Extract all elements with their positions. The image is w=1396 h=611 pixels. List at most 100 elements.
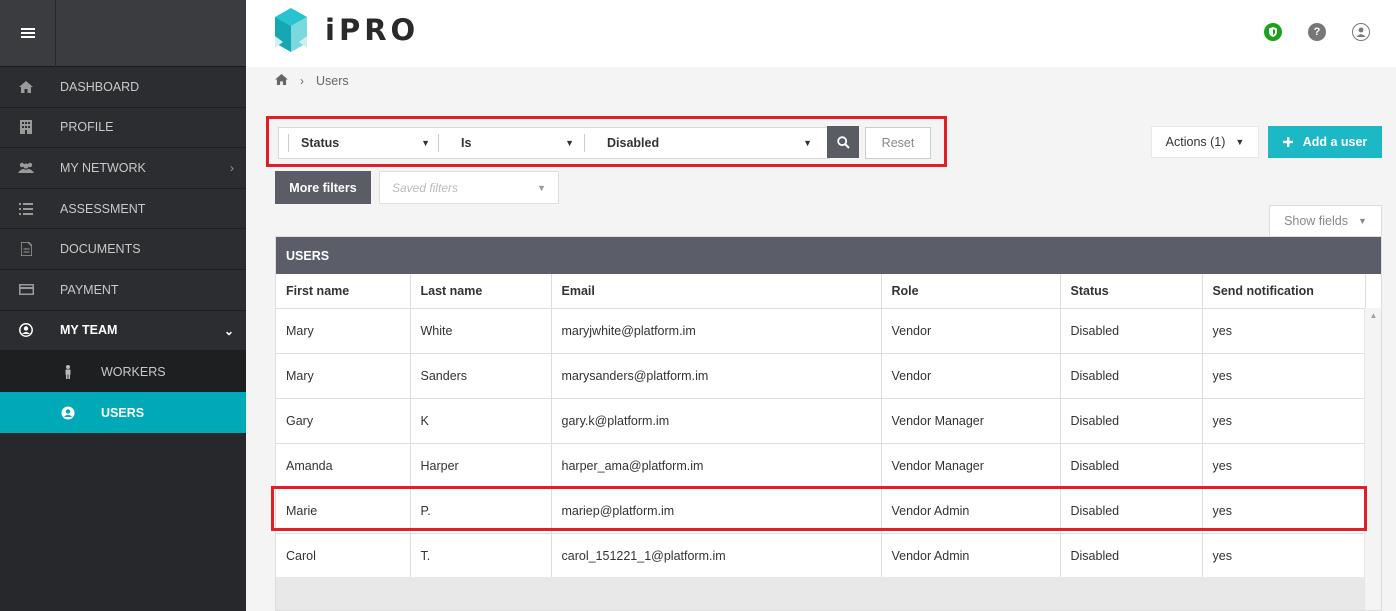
- show-fields-dropdown[interactable]: Show fields ▼: [1269, 205, 1382, 237]
- credit-card-icon: [18, 282, 34, 298]
- cell-send-notification: yes: [1202, 353, 1366, 399]
- users-table: First name Last name Email Role Status S…: [276, 274, 1366, 579]
- cell-role: Vendor Admin: [881, 533, 1061, 579]
- document-icon: [18, 241, 34, 257]
- user-circle-icon: [18, 322, 34, 338]
- table-empty-area: [276, 577, 1365, 610]
- cell-send-notification: yes: [1202, 308, 1366, 354]
- cell-first-name: Marie: [276, 488, 411, 534]
- breadcrumb-separator-icon: ›: [300, 74, 304, 88]
- cell-role: Vendor: [881, 308, 1061, 354]
- table-row[interactable]: Carol T. carol_151221_1@platform.im Vend…: [276, 533, 1366, 579]
- search-icon: [836, 135, 850, 149]
- logo-text: iPRO: [325, 13, 420, 47]
- hamburger-icon: [20, 28, 35, 38]
- sidebar-subitem-workers[interactable]: WORKERS: [0, 351, 246, 393]
- sidebar-item-label: DOCUMENTS: [60, 242, 141, 257]
- cell-first-name: Gary: [276, 398, 411, 444]
- sidebar-item-profile[interactable]: PROFILE: [0, 107, 246, 149]
- cell-send-notification: yes: [1202, 398, 1366, 444]
- users-table-panel: USERS First name Last name Email Role St…: [275, 236, 1382, 611]
- cell-send-notification: yes: [1202, 488, 1366, 534]
- cell-email: marysanders@platform.im: [551, 353, 882, 399]
- caret-down-icon: ▼: [421, 138, 430, 148]
- filter-operator-select[interactable]: Is ▼: [438, 134, 584, 152]
- app-logo[interactable]: iPRO: [275, 8, 419, 52]
- sidebar-item-payment[interactable]: PAYMENT: [0, 269, 246, 311]
- sidebar-header: [0, 0, 246, 67]
- caret-down-icon: ▼: [565, 138, 574, 148]
- table-scrollbar[interactable]: ▲: [1364, 308, 1381, 610]
- saved-filters-placeholder: Saved filters: [392, 180, 459, 195]
- column-header-last-name[interactable]: Last name: [410, 274, 552, 309]
- cell-last-name: Harper: [410, 443, 552, 489]
- reset-button[interactable]: Reset: [865, 127, 931, 159]
- sidebar-nav: DASHBOARD PROFILE MY NETWORK › ASSESSMEN…: [0, 67, 246, 434]
- column-header-role[interactable]: Role: [881, 274, 1061, 309]
- scroll-up-arrow-icon[interactable]: ▲: [1365, 308, 1381, 322]
- cell-role: Vendor Manager: [881, 398, 1061, 444]
- actions-dropdown[interactable]: Actions (1) ▼: [1151, 126, 1259, 158]
- filter-value-value: Disabled: [607, 136, 660, 150]
- sidebar-subitem-label: USERS: [101, 405, 145, 420]
- plus-icon: [1282, 137, 1293, 147]
- add-user-label: Add a user: [1302, 135, 1368, 149]
- column-header-first-name[interactable]: First name: [276, 274, 411, 309]
- add-user-button[interactable]: Add a user: [1268, 126, 1382, 158]
- caret-down-icon: ▼: [1235, 137, 1245, 147]
- table-row[interactable]: Mary Sanders marysanders@platform.im Ven…: [276, 353, 1366, 399]
- user-circle-icon: [60, 406, 76, 420]
- sidebar-item-my-network[interactable]: MY NETWORK ›: [0, 148, 246, 189]
- menu-toggle-button[interactable]: [0, 0, 56, 67]
- cell-last-name: K: [410, 398, 552, 444]
- cell-send-notification: yes: [1202, 533, 1366, 579]
- breadcrumb: › Users: [275, 74, 349, 88]
- sidebar-item-label: PROFILE: [60, 120, 114, 135]
- sidebar-item-dashboard[interactable]: DASHBOARD: [0, 67, 246, 108]
- chevron-down-icon: ⌄: [223, 323, 234, 338]
- filter-value-select[interactable]: Disabled ▼: [584, 134, 822, 152]
- table-row[interactable]: Gary K gary.k@platform.im Vendor Manager…: [276, 398, 1366, 444]
- cell-status: Disabled: [1060, 533, 1203, 579]
- cell-last-name: P.: [410, 488, 552, 534]
- cell-status: Disabled: [1060, 353, 1203, 399]
- cell-role: Vendor: [881, 353, 1061, 399]
- main-content: › Users Status ▼ Is ▼ Disabled ▼ Reset A…: [246, 67, 1396, 611]
- breadcrumb-home-icon[interactable]: [275, 74, 288, 88]
- table-title: USERS: [276, 237, 1381, 274]
- building-icon: [18, 119, 34, 135]
- filter-panel: Status ▼ Is ▼ Disabled ▼ Reset: [266, 116, 947, 167]
- cell-role: Vendor Manager: [881, 443, 1061, 489]
- sidebar-item-assessment[interactable]: ASSESSMENT: [0, 188, 246, 230]
- sidebar-item-my-team[interactable]: MY TEAM ⌄: [0, 310, 246, 352]
- column-header-status[interactable]: Status: [1060, 274, 1203, 309]
- sidebar: DASHBOARD PROFILE MY NETWORK › ASSESSMEN…: [0, 0, 246, 611]
- search-button[interactable]: [827, 126, 859, 158]
- cell-last-name: Sanders: [410, 353, 552, 399]
- shield-badge-icon[interactable]: [1264, 23, 1282, 41]
- sidebar-item-documents[interactable]: DOCUMENTS: [0, 229, 246, 270]
- filter-field-select[interactable]: Status ▼: [288, 134, 438, 152]
- ipro-logo-mark-icon: [275, 8, 307, 52]
- more-filters-button[interactable]: More filters: [275, 171, 371, 204]
- filter-bar: Status ▼ Is ▼ Disabled ▼: [278, 127, 830, 159]
- table-row[interactable]: Mary White maryjwhite@platform.im Vendor…: [276, 308, 1366, 354]
- cell-first-name: Carol: [276, 533, 411, 579]
- table-row[interactable]: Marie P. mariep@platform.im Vendor Admin…: [276, 488, 1366, 534]
- sidebar-item-label: PAYMENT: [60, 282, 119, 297]
- help-icon[interactable]: ?: [1308, 23, 1326, 41]
- saved-filters-select[interactable]: Saved filters ▼: [379, 171, 559, 204]
- cell-send-notification: yes: [1202, 443, 1366, 489]
- table-row[interactable]: Amanda Harper harper_ama@platform.im Ven…: [276, 443, 1366, 489]
- cell-first-name: Mary: [276, 353, 411, 399]
- user-account-icon[interactable]: [1352, 23, 1370, 41]
- cell-first-name: Amanda: [276, 443, 411, 489]
- users-group-icon: [18, 160, 34, 176]
- column-header-send-notification[interactable]: Send notification: [1202, 274, 1366, 309]
- sidebar-subitem-users[interactable]: USERS: [0, 392, 246, 434]
- column-header-email[interactable]: Email: [551, 274, 882, 309]
- cell-email: harper_ama@platform.im: [551, 443, 882, 489]
- chevron-right-icon: ›: [230, 161, 234, 176]
- sidebar-subitem-label: WORKERS: [101, 364, 166, 379]
- caret-down-icon: ▼: [803, 138, 812, 148]
